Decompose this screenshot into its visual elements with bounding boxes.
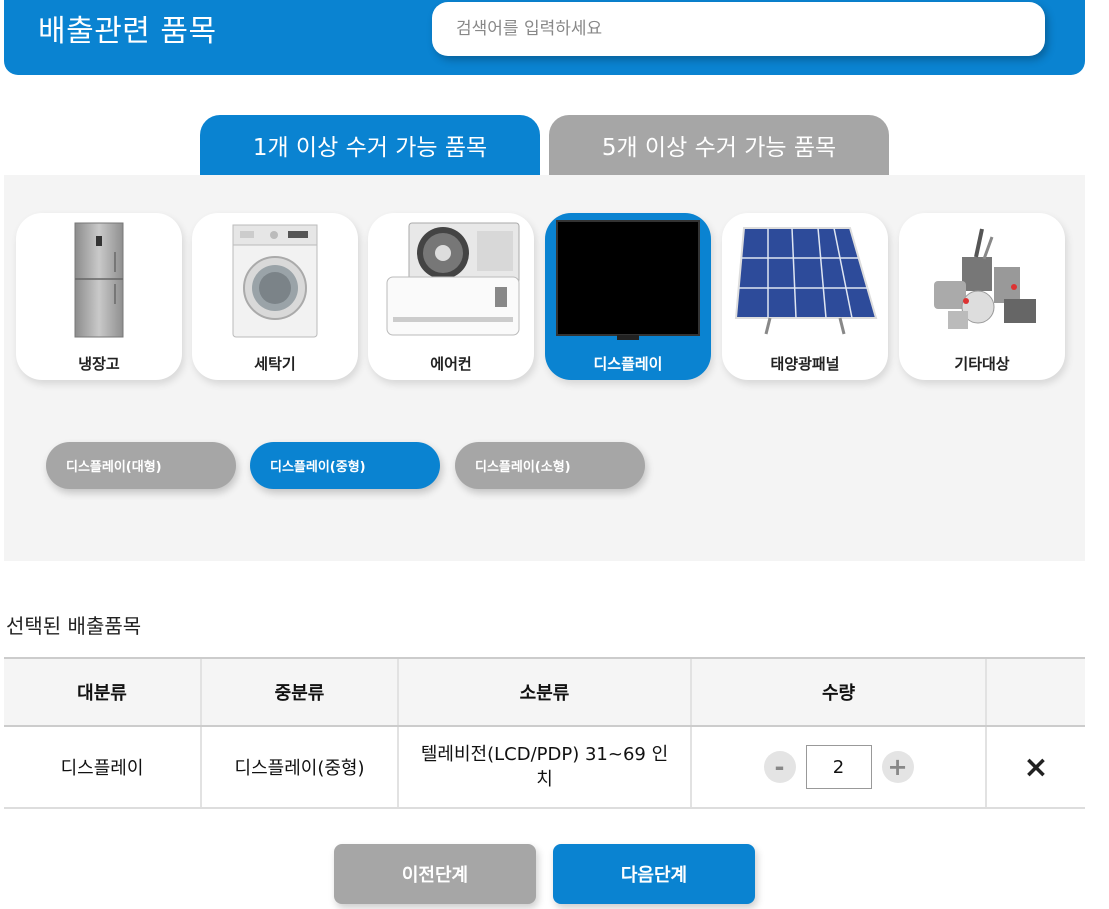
header-minor-category: 소분류 (397, 657, 691, 727)
solar-panel-icon (722, 219, 888, 343)
header-quantity: 수량 (690, 657, 986, 727)
previous-step-button[interactable]: 이전단계 (334, 844, 536, 904)
category-air-conditioner[interactable]: 에어컨 (368, 213, 534, 380)
category-misc[interactable]: 기타대상 (899, 213, 1065, 380)
subcategory-display-large[interactable]: 디스플레이(대형) (46, 442, 236, 489)
selected-items-title: 선택된 배출품목 (6, 614, 142, 638)
selected-items-table: 대분류 중분류 소분류 수량 디스플레이 디스플레이(중형) 텔레비전(LCD/… (4, 657, 1085, 809)
cell-middle: 디스플레이(중형) (200, 726, 398, 809)
category-label: 태양광패널 (770, 355, 840, 373)
category-label: 세탁기 (254, 355, 296, 373)
header-remove (985, 657, 1085, 727)
subcategory-display-small[interactable]: 디스플레이(소형) (455, 442, 645, 489)
next-step-button[interactable]: 다음단계 (553, 844, 755, 904)
header-major-category: 대분류 (4, 657, 201, 727)
increase-button[interactable]: + (881, 751, 914, 783)
subcategory-label: 디스플레이(중형) (270, 460, 366, 475)
header-middle-category: 중분류 (200, 657, 398, 727)
category-label: 디스플레이 (593, 355, 663, 373)
category-label: 기타대상 (954, 355, 1010, 373)
display-icon (545, 219, 711, 343)
table-header-row: 대분류 중분류 소분류 수량 (4, 657, 1085, 727)
cell-remove: × (985, 726, 1085, 809)
subcategory-display-medium[interactable]: 디스플레이(중형) (250, 442, 440, 489)
category-panel: 냉장고 세탁기 에어컨 디스플레이 태양광패널 기타대상 디스플레이(대형) 디… (4, 175, 1085, 561)
refrigerator-icon (16, 219, 182, 343)
subcategory-label: 디스플레이(대형) (66, 460, 162, 475)
search-box[interactable] (432, 2, 1045, 56)
header-bar: 배출관련 품목 (4, 0, 1085, 75)
category-washing-machine[interactable]: 세탁기 (192, 213, 358, 380)
decrease-button[interactable]: - (763, 751, 796, 783)
page-title: 배출관련 품목 (38, 14, 217, 49)
category-refrigerator[interactable]: 냉장고 (16, 213, 182, 380)
cell-quantity: - + (690, 726, 986, 809)
category-solar-panel[interactable]: 태양광패널 (722, 213, 888, 380)
misc-appliances-icon (899, 219, 1065, 343)
category-label: 냉장고 (78, 355, 120, 373)
quantity-input[interactable] (805, 745, 872, 789)
cell-major: 디스플레이 (4, 726, 201, 809)
search-input[interactable] (456, 19, 1021, 39)
tab-5plus-items[interactable]: 5개 이상 수거 가능 품목 (549, 115, 889, 175)
air-conditioner-icon (368, 219, 534, 343)
tab-label: 1개 이상 수거 가능 품목 (252, 135, 488, 161)
tab-label: 5개 이상 수거 가능 품목 (601, 135, 837, 161)
category-display[interactable]: 디스플레이 (545, 213, 711, 380)
cell-minor: 텔레비전(LCD/PDP) 31~69 인치 (397, 726, 691, 809)
washing-machine-icon (192, 219, 358, 343)
quantity-stepper: - + (692, 745, 985, 789)
subcategory-label: 디스플레이(소형) (475, 460, 571, 475)
category-label: 에어컨 (430, 355, 472, 373)
tab-1plus-items[interactable]: 1개 이상 수거 가능 품목 (200, 115, 540, 175)
table-row: 디스플레이 디스플레이(중형) 텔레비전(LCD/PDP) 31~69 인치 -… (4, 726, 1085, 809)
close-icon[interactable]: × (1023, 750, 1048, 785)
